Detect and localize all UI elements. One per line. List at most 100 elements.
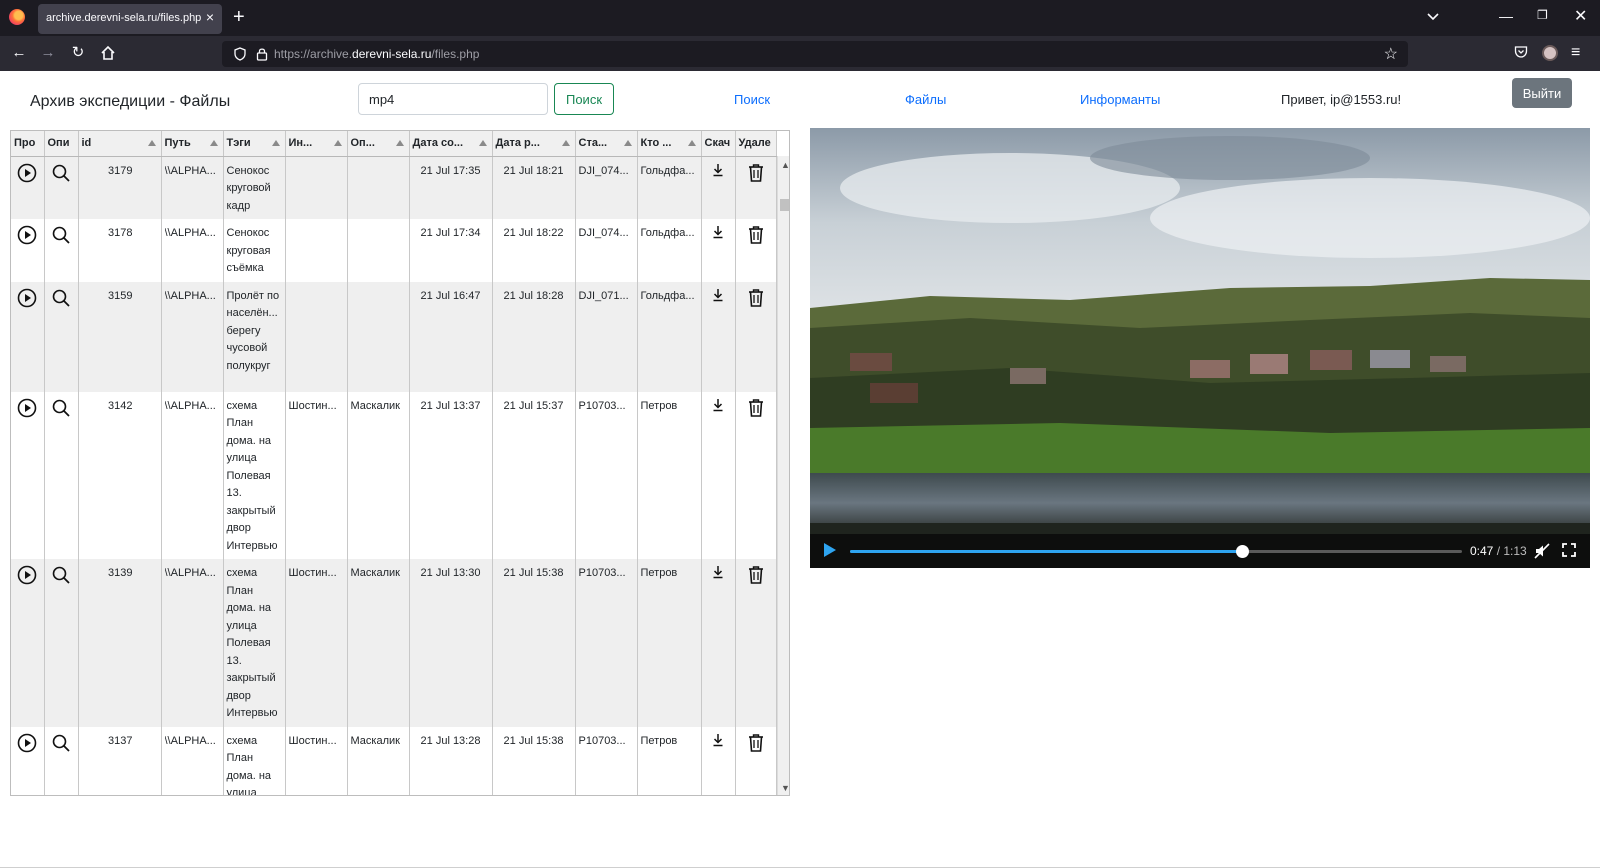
fullscreen-icon[interactable] bbox=[1562, 543, 1576, 557]
account-avatar[interactable] bbox=[1542, 45, 1558, 61]
table-row[interactable]: 3139 \\ALPHA... схема План дома. на улиц… bbox=[11, 559, 777, 727]
magnifier-icon[interactable] bbox=[51, 288, 71, 308]
trash-icon[interactable] bbox=[747, 733, 765, 753]
window-restore-icon[interactable]: ❐ bbox=[1537, 8, 1548, 22]
download-icon[interactable] bbox=[712, 398, 724, 412]
table-row[interactable]: 3137 \\ALPHA... схема План дома. на улиц… bbox=[11, 726, 777, 795]
lock-icon[interactable] bbox=[256, 47, 268, 61]
nav-link-informants[interactable]: Информанты bbox=[1080, 92, 1160, 107]
cell-date-loaded: 21 Jul 18:22 bbox=[492, 219, 576, 282]
window-minimize-icon[interactable]: — bbox=[1499, 8, 1513, 24]
cell-path: \\ALPHA... bbox=[164, 164, 216, 177]
play-circle-icon[interactable] bbox=[17, 565, 37, 585]
download-icon[interactable] bbox=[712, 163, 724, 177]
download-icon[interactable] bbox=[712, 288, 724, 302]
trash-icon[interactable] bbox=[747, 288, 765, 308]
video-duration: 1:13 bbox=[1503, 544, 1527, 558]
column-header-informant[interactable]: Ин... bbox=[285, 131, 348, 157]
magnifier-icon[interactable] bbox=[51, 398, 71, 418]
sort-arrow-icon[interactable] bbox=[561, 140, 570, 146]
cell-id: 3179 bbox=[78, 156, 162, 219]
scroll-down-arrow-icon[interactable]: ▼ bbox=[781, 783, 789, 793]
trash-icon[interactable] bbox=[747, 163, 765, 183]
forward-arrow-icon[interactable]: → bbox=[39, 44, 57, 62]
sort-arrow-icon[interactable] bbox=[333, 140, 342, 146]
sort-arrow-icon[interactable] bbox=[687, 140, 696, 146]
download-icon[interactable] bbox=[712, 225, 724, 239]
trash-icon[interactable] bbox=[747, 225, 765, 245]
cell-date-created: 21 Jul 16:47 bbox=[409, 281, 493, 392]
column-header-describe[interactable]: Опи bbox=[44, 131, 79, 157]
tracking-shield-icon[interactable] bbox=[234, 47, 246, 61]
bookmark-star-icon[interactable]: ☆ bbox=[1384, 44, 1398, 64]
files-table: Про Опи id Путь Тэги Ин... Оп... Дата со… bbox=[10, 130, 790, 796]
sort-arrow-icon[interactable] bbox=[209, 140, 218, 146]
sort-arrow-icon[interactable] bbox=[395, 140, 404, 146]
cell-tags: схема План дома. на улица Полевая 13. за… bbox=[223, 559, 286, 727]
video-seek-handle[interactable] bbox=[1235, 545, 1249, 558]
nav-link-files[interactable]: Файлы bbox=[905, 92, 946, 107]
column-header-path[interactable]: Путь bbox=[161, 131, 224, 157]
home-icon[interactable] bbox=[99, 44, 117, 62]
column-header-who[interactable]: Кто ... bbox=[637, 131, 702, 157]
video-current-time: 0:47 bbox=[1470, 544, 1494, 558]
muted-speaker-icon[interactable] bbox=[1534, 543, 1550, 559]
magnifier-icon[interactable] bbox=[51, 733, 71, 753]
trash-icon[interactable] bbox=[747, 398, 765, 418]
column-header-operator[interactable]: Оп... bbox=[347, 131, 410, 157]
play-circle-icon[interactable] bbox=[17, 163, 37, 183]
download-icon[interactable] bbox=[712, 565, 724, 579]
column-header-date-loaded[interactable]: Дата р... bbox=[492, 131, 576, 157]
cell-informant: Шостин... bbox=[288, 399, 337, 412]
column-header-download[interactable]: Скач bbox=[701, 131, 736, 157]
column-label: Путь bbox=[164, 137, 191, 150]
video-player[interactable]: 0:47 / 1:13 bbox=[810, 128, 1590, 568]
back-arrow-icon[interactable]: ← bbox=[10, 44, 28, 62]
table-row[interactable]: 3178 \\ALPHA... Сенокос круговая съёмка … bbox=[11, 219, 777, 282]
column-header-tags[interactable]: Тэги bbox=[223, 131, 286, 157]
play-circle-icon[interactable] bbox=[17, 398, 37, 418]
play-circle-icon[interactable] bbox=[17, 288, 37, 308]
column-header-delete[interactable]: Удале bbox=[735, 131, 777, 157]
cell-original: P10703... bbox=[578, 567, 626, 579]
search-input[interactable] bbox=[358, 83, 548, 115]
table-row[interactable]: 3179 \\ALPHA... Сенокос круговой кадр 21… bbox=[11, 156, 777, 219]
column-header-date-created[interactable]: Дата со... bbox=[409, 131, 493, 157]
table-vertical-scrollbar[interactable]: ▲ ▼ bbox=[777, 156, 789, 795]
nav-link-search[interactable]: Поиск bbox=[734, 92, 770, 107]
list-all-tabs-icon[interactable] bbox=[1426, 10, 1440, 24]
cell-who: Петров bbox=[640, 734, 678, 747]
window-close-icon[interactable]: ✕ bbox=[1574, 6, 1587, 26]
sort-arrow-icon[interactable] bbox=[478, 140, 487, 146]
magnifier-icon[interactable] bbox=[51, 163, 71, 183]
logout-button[interactable]: Выйти bbox=[1512, 78, 1572, 108]
column-label: Кто ... bbox=[640, 137, 672, 150]
table-row[interactable]: 3142 \\ALPHA... схема План дома. на улиц… bbox=[11, 391, 777, 559]
column-header-id[interactable]: id bbox=[78, 131, 162, 157]
video-play-icon[interactable] bbox=[824, 543, 836, 557]
address-bar[interactable]: https://archive.derevni-sela.ru/files.ph… bbox=[222, 41, 1408, 67]
scroll-up-arrow-icon[interactable]: ▲ bbox=[781, 160, 789, 170]
download-icon[interactable] bbox=[712, 733, 724, 747]
hamburger-menu-icon[interactable]: ≡ bbox=[1571, 44, 1580, 62]
play-circle-icon[interactable] bbox=[17, 225, 37, 245]
column-header-play[interactable]: Про bbox=[11, 131, 45, 157]
new-tab-button[interactable]: + bbox=[233, 6, 245, 28]
table-row[interactable]: 3159 \\ALPHA... Пролёт по населён... бер… bbox=[11, 281, 777, 392]
video-progress-track[interactable] bbox=[850, 545, 1462, 558]
magnifier-icon[interactable] bbox=[51, 225, 71, 245]
reload-icon[interactable]: ↻ bbox=[69, 44, 87, 62]
scrollbar-thumb[interactable] bbox=[780, 199, 789, 211]
trash-icon[interactable] bbox=[747, 565, 765, 585]
sort-arrow-icon[interactable] bbox=[271, 140, 280, 146]
pocket-icon[interactable] bbox=[1514, 45, 1528, 59]
sort-arrow-icon[interactable] bbox=[147, 140, 156, 146]
browser-tab[interactable]: archive.derevni-sela.ru/files.php × bbox=[38, 4, 222, 34]
sort-arrow-icon[interactable] bbox=[623, 140, 632, 146]
search-button[interactable]: Поиск bbox=[554, 83, 614, 115]
magnifier-icon[interactable] bbox=[51, 565, 71, 585]
play-circle-icon[interactable] bbox=[17, 733, 37, 753]
column-header-original[interactable]: Ста... bbox=[575, 131, 638, 157]
tab-close-icon[interactable]: × bbox=[206, 9, 214, 25]
column-label: Опи bbox=[47, 137, 70, 150]
